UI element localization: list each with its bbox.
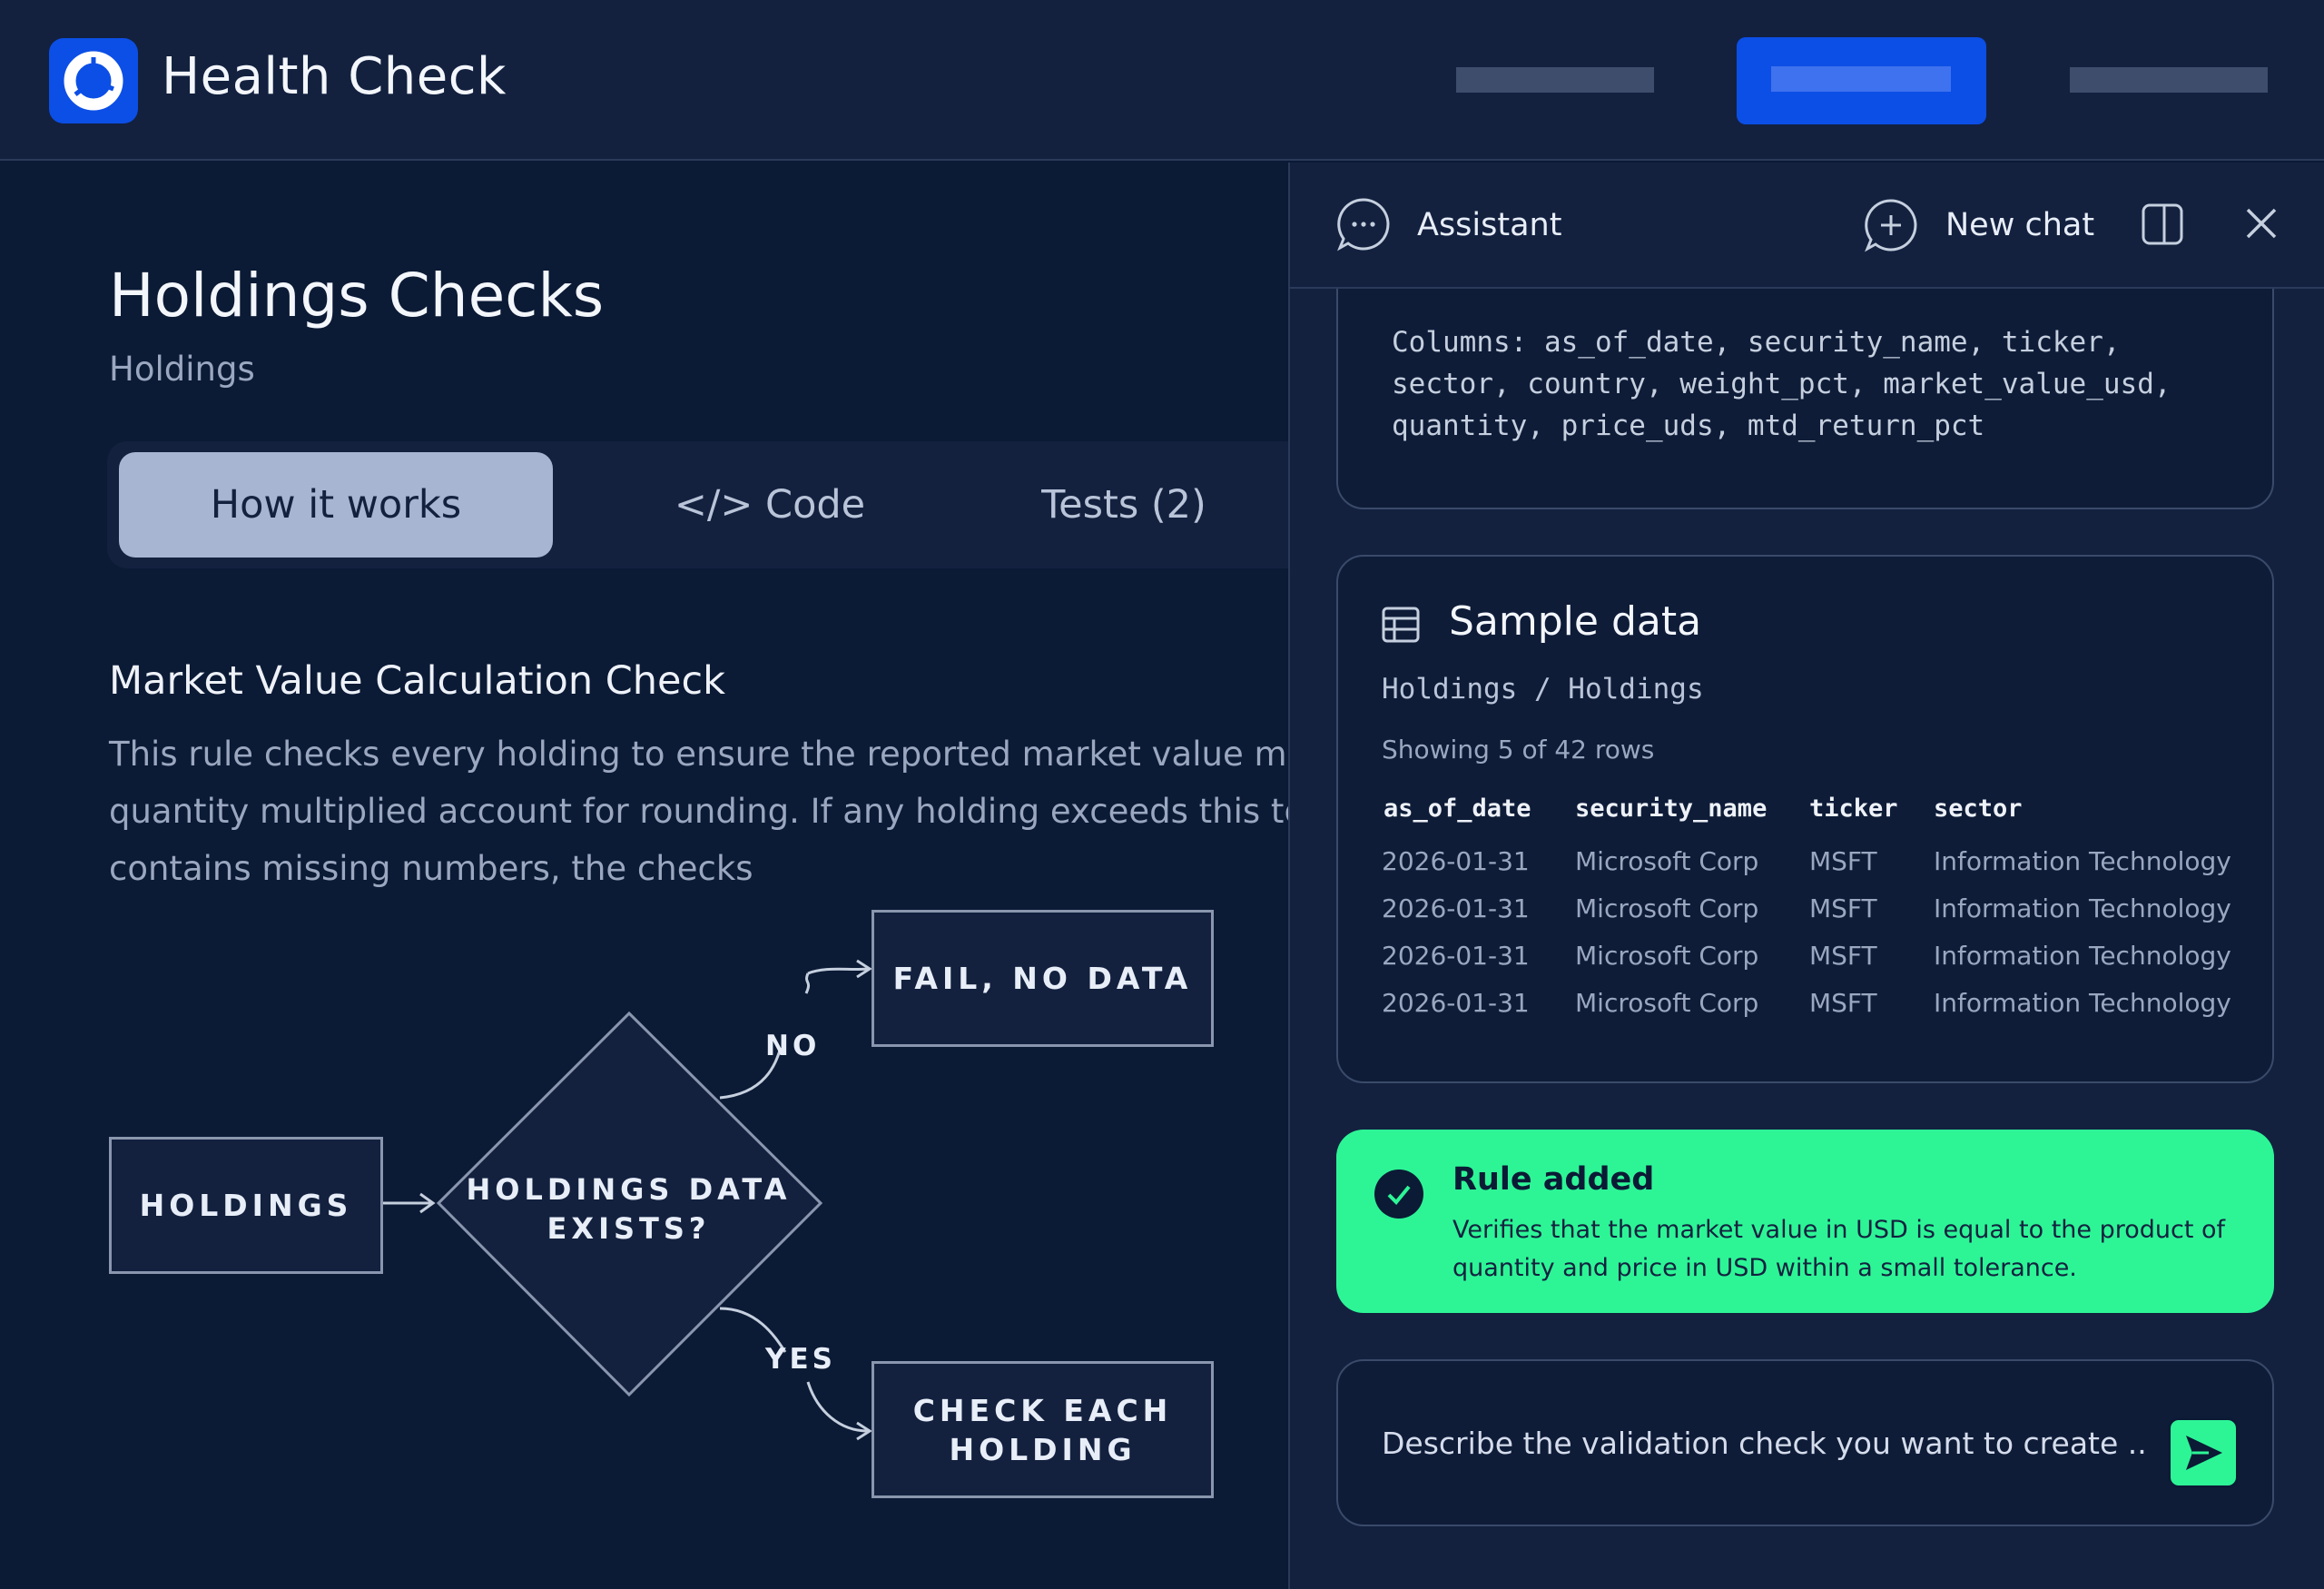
- table-cell: Microsoft Corp: [1575, 893, 1759, 923]
- table-cell: 2026-01-31: [1382, 846, 1530, 876]
- flow-no-label: NO: [765, 1030, 821, 1062]
- arrow-no: [807, 967, 869, 975]
- chat-bubble-icon: [1337, 198, 1390, 252]
- toast-title: Rule added: [1452, 1161, 1655, 1198]
- columns-line: Columns: as_of_date, security_name, tick…: [1392, 326, 2121, 359]
- sample-data-title: Sample data: [1449, 598, 1702, 645]
- flow-no-outcome-node: FAIL, NO DATA: [872, 910, 1214, 1047]
- nav-primary-button-label: [1771, 66, 1951, 92]
- send-button[interactable]: [2168, 1417, 2239, 1488]
- assistant-title: Assistant: [1417, 207, 1562, 243]
- arrow-no: [804, 972, 811, 994]
- sample-data-path: Holdings / Holdings: [1382, 673, 1704, 706]
- toast-body: Verifies that the market value in USD is…: [1452, 1216, 2226, 1282]
- columns-text: Columns: as_of_date, security_name, tick…: [1392, 321, 2171, 447]
- chat-input-card: [1336, 1359, 2274, 1526]
- split-panel-icon[interactable]: [2140, 202, 2185, 247]
- table-cell: Microsoft Corp: [1575, 988, 1759, 1018]
- table-cell: Information Technology: [1934, 846, 2231, 876]
- flow-yes-outcome-node: CHECK EACH HOLDING: [872, 1361, 1214, 1498]
- nav-primary-button[interactable]: [1737, 37, 1986, 124]
- app-title: Health Check: [162, 47, 507, 106]
- assistant-panel: Assistant New chat Columns: as_of_date, …: [1288, 163, 2324, 1589]
- table-cell: 2026-01-31: [1382, 893, 1530, 923]
- table-header-as-of-date: as_of_date: [1384, 794, 1531, 823]
- new-chat-button[interactable]: New chat: [1862, 193, 2094, 259]
- flow-start-node: HOLDINGS: [109, 1137, 383, 1274]
- table-cell: MSFT: [1809, 846, 1877, 876]
- table-cell: Information Technology: [1934, 893, 2231, 923]
- new-chat-label: New chat: [1945, 207, 2095, 243]
- table-cell: MSFT: [1809, 941, 1877, 971]
- columns-line: sector, country, weight_pct, market_valu…: [1392, 368, 2171, 400]
- flow-decision-label: HOLDINGS DATA EXISTS?: [466, 1172, 792, 1246]
- table-header-ticker: ticker: [1809, 794, 1898, 823]
- table-cell: Microsoft Corp: [1575, 846, 1759, 876]
- check-circle-icon: [1374, 1170, 1423, 1219]
- main-content: Holdings Checks Holdings How it works </…: [0, 163, 1288, 1589]
- table-icon: [1382, 607, 1420, 643]
- top-bar: Health Check: [0, 0, 2324, 161]
- send-icon: [2186, 1436, 2222, 1470]
- table-cell: Information Technology: [1934, 988, 2231, 1018]
- rule-added-toast: Rule added Verifies that the market valu…: [1336, 1130, 2274, 1313]
- nav-link[interactable]: [2070, 67, 2268, 93]
- sample-data-card: Sample data Holdings / Holdings Showing …: [1336, 555, 2274, 1083]
- flowchart: HOLDINGS HOLDINGS DATA EXISTS? FAIL, NO …: [0, 163, 1288, 1589]
- sample-data-count: Showing 5 of 42 rows: [1382, 735, 1655, 765]
- chat-input[interactable]: [1382, 1416, 2144, 1470]
- columns-line: quantity, price_uds, mtd_return_pct: [1392, 410, 1985, 442]
- assistant-header: Assistant New chat: [1290, 163, 2324, 289]
- table-cell: 2026-01-31: [1382, 988, 1530, 1018]
- table-cell: MSFT: [1809, 893, 1877, 923]
- table-cell: Microsoft Corp: [1575, 941, 1759, 971]
- plus-circle-icon: [1865, 199, 1917, 252]
- table-header-sector: sector: [1934, 794, 2023, 823]
- table-cell: Information Technology: [1934, 941, 2231, 971]
- table-header-security-name: security_name: [1575, 794, 1768, 823]
- nav-link[interactable]: [1456, 67, 1654, 93]
- donut-logo-icon[interactable]: [49, 38, 138, 123]
- flow-yes-label: YES: [765, 1343, 836, 1376]
- table-cell: MSFT: [1809, 988, 1877, 1018]
- close-icon[interactable]: [2243, 205, 2280, 242]
- table-cell: 2026-01-31: [1382, 941, 1530, 971]
